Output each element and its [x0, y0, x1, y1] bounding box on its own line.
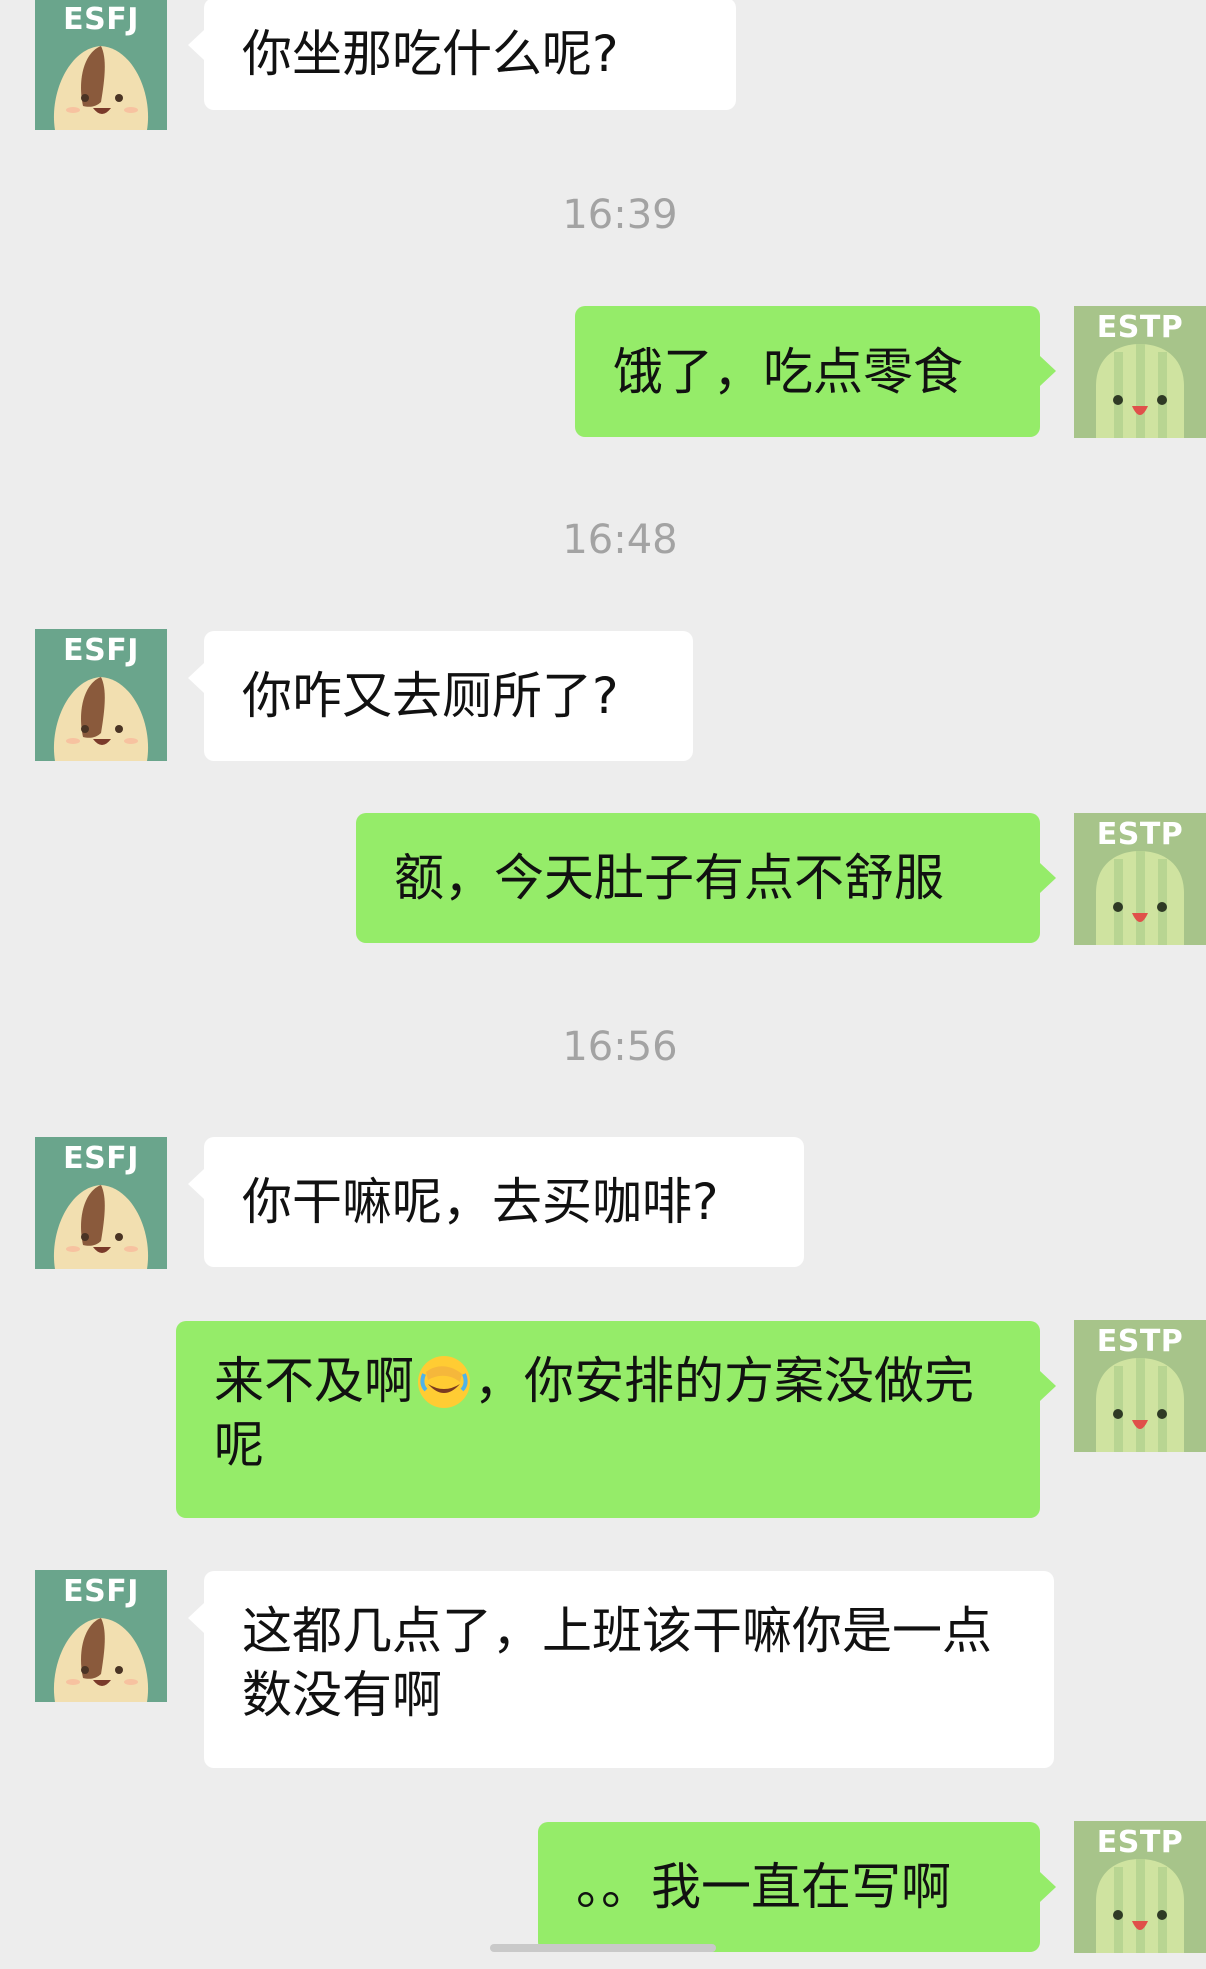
avatar-esfj[interactable]: ESFJ	[35, 0, 167, 130]
avatar-esfj[interactable]: ESFJ	[35, 629, 167, 761]
facepalm-laughing-emoji	[418, 1355, 470, 1408]
message-bubble-incoming[interactable]: 你干嘛呢，去买咖啡?	[188, 1137, 804, 1267]
avatar-tag: ESTP	[1096, 817, 1184, 852]
message-bubble-outgoing[interactable]: 额，今天肚子有点不舒服	[356, 813, 1056, 943]
avatar-esfj[interactable]: ESFJ	[35, 1137, 167, 1269]
message-timestamp: 16:39	[562, 192, 678, 238]
message-bubble-incoming[interactable]: 这都几点了，上班该干嘛你是一点数没有啊	[188, 1571, 1054, 1768]
avatar-tag: ESFJ	[63, 633, 139, 668]
chat-view: ESFJ 你坐那吃什么呢? 16:39 饿了，吃点零食 ESTP 16:48 E…	[0, 0, 1206, 1969]
message-bubble-outgoing[interactable]: 来不及啊 ，你安排的方案没做完呢	[176, 1321, 1056, 1518]
avatar-estp[interactable]: ESTP	[1074, 1821, 1206, 1953]
message-bubble-incoming[interactable]: 你坐那吃什么呢?	[188, 0, 736, 110]
message-text: 来不及啊 ，你安排的方案没做完呢	[214, 1349, 1002, 1477]
avatar-tag: ESFJ	[63, 1574, 139, 1609]
avatar-esfj[interactable]: ESFJ	[35, 1570, 167, 1702]
message-text: 额，今天肚子有点不舒服	[394, 849, 944, 907]
message-timestamp: 16:56	[562, 1024, 678, 1070]
message-bubble-outgoing[interactable]: 饿了，吃点零食	[575, 306, 1056, 437]
avatar-tag: ESTP	[1096, 1324, 1184, 1359]
message-text: 你干嘛呢，去买咖啡?	[242, 1173, 719, 1231]
message-text: 。。我一直在写啊	[576, 1858, 951, 1916]
avatar-estp[interactable]: ESTP	[1074, 1320, 1206, 1452]
home-indicator[interactable]	[490, 1944, 716, 1952]
message-text: 这都几点了，上班该干嘛你是一点数没有啊	[242, 1602, 992, 1724]
message-text: 你坐那吃什么呢?	[242, 25, 619, 83]
avatar-tag: ESTP	[1096, 1825, 1184, 1860]
message-text-part: 来不及啊	[214, 1352, 414, 1410]
avatar-estp[interactable]: ESTP	[1074, 306, 1206, 438]
message-text: 你咋又去厕所了?	[242, 667, 619, 725]
message-bubble-incoming[interactable]: 你咋又去厕所了?	[188, 631, 693, 761]
avatar-tag: ESFJ	[63, 1141, 139, 1176]
avatar-tag: ESTP	[1096, 310, 1184, 345]
avatar-tag: ESFJ	[63, 2, 139, 37]
avatar-estp[interactable]: ESTP	[1074, 813, 1206, 945]
message-text: 饿了，吃点零食	[613, 342, 963, 401]
message-timestamp: 16:48	[562, 517, 678, 563]
message-bubble-outgoing[interactable]: 。。我一直在写啊	[538, 1822, 1056, 1952]
